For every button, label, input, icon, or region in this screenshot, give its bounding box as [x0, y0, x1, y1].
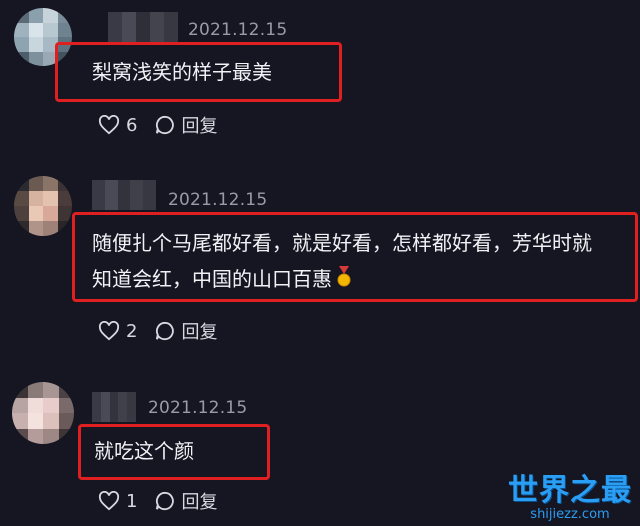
like-count: 1: [126, 490, 138, 512]
username-blurred[interactable]: [92, 180, 156, 210]
comment-date: 2021.12.15: [188, 20, 288, 40]
like-count: 2: [126, 320, 138, 342]
heart-icon: [98, 115, 120, 135]
reply-button[interactable]: 回复: [155, 112, 217, 138]
reply-label: 回复: [181, 116, 218, 137]
comment-text: 就吃这个颜: [94, 439, 194, 463]
comment-actions: 1 回复: [98, 488, 217, 514]
comment-date: 2021.12.15: [168, 190, 268, 210]
comment-text: 随便扎个马尾都好看，就是好看，怎样都好看，芳华时就: [92, 231, 592, 255]
watermark-brand: 世界之最: [508, 473, 632, 508]
like-button[interactable]: 2: [98, 321, 137, 342]
site-watermark: 世界之最 shijiezz.com: [508, 465, 632, 522]
username-blurred[interactable]: [108, 12, 178, 42]
reply-label: 回复: [181, 322, 218, 343]
speech-bubble-icon: [156, 321, 175, 341]
avatar[interactable]: [12, 382, 74, 444]
comment-text: 梨窝浅笑的样子最美: [92, 60, 272, 84]
like-button[interactable]: 6: [98, 115, 137, 136]
avatar[interactable]: [14, 176, 72, 236]
username-blurred[interactable]: [92, 392, 136, 422]
reply-label: 回复: [181, 492, 218, 513]
heart-icon: [98, 321, 120, 341]
watermark-url: shijiezz.com: [530, 507, 610, 522]
like-count: 6: [126, 114, 138, 136]
speech-bubble-icon: [156, 115, 175, 135]
comment-actions: 6 回复: [98, 112, 217, 138]
medal-icon: [336, 263, 352, 299]
comment-text-line-2: 知道会红，中国的山口百惠: [92, 261, 352, 299]
comment-text-line-2-content: 知道会红，中国的山口百惠: [92, 267, 332, 291]
comment-actions: 2 回复: [98, 318, 217, 344]
reply-button[interactable]: 回复: [155, 488, 217, 514]
speech-bubble-icon: [156, 491, 175, 511]
like-button[interactable]: 1: [98, 491, 137, 512]
reply-button[interactable]: 回复: [155, 318, 217, 344]
heart-icon: [98, 491, 120, 511]
comment-date: 2021.12.15: [148, 398, 248, 418]
